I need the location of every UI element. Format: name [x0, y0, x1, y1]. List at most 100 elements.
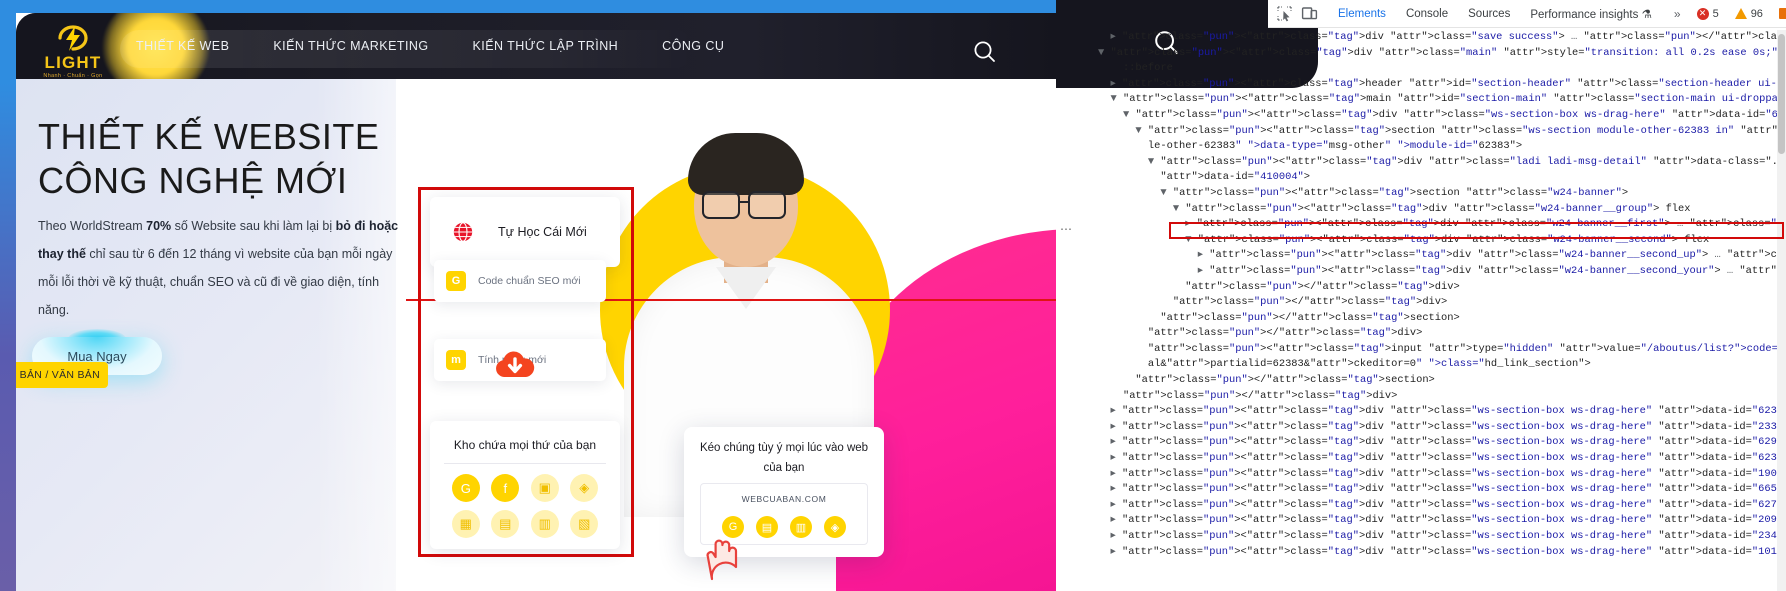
nav-item-kien-thuc-marketing[interactable]: KIẾN THỨC MARKETING: [273, 39, 428, 53]
dom-line[interactable]: "attr">class="pun"></"attr">class="tag">…: [1098, 389, 1786, 405]
dom-line[interactable]: ▼ "attr">class="pun"><"attr">class="tag"…: [1098, 155, 1786, 171]
storage-card-title: Kho chứa mọi thứ của bạn: [453, 438, 597, 452]
book-icon[interactable]: ▧: [570, 510, 599, 538]
search-icon[interactable]: [972, 39, 998, 65]
tab-performance-insights[interactable]: Performance insights ⚗: [1530, 7, 1652, 21]
person-glasses-right: [748, 191, 786, 219]
hand-cursor-icon: [702, 535, 746, 583]
error-count: 5: [1712, 7, 1719, 20]
monitor-icon[interactable]: ▤: [491, 510, 520, 538]
person-glasses-bridge: [740, 201, 750, 204]
dom-line[interactable]: ▸ "attr">class="pun"><"attr">class="tag"…: [1098, 420, 1786, 436]
error-icon: ✕: [1696, 7, 1709, 20]
inspector-badge-dots[interactable]: ⋯: [1060, 222, 1072, 236]
lightning-bolt-icon: [53, 23, 93, 53]
chevron-double-right-icon[interactable]: »: [1674, 7, 1681, 21]
hero-section: THIẾT KẾ WEBSITE CÔNG NGHỆ MỚI Theo Worl…: [16, 79, 1056, 591]
cloud-download-cursor-icon: [493, 347, 537, 381]
error-counter[interactable]: ✕ 5: [1696, 7, 1719, 20]
paragraph-text: số Website sau khi làm lại bị: [171, 219, 336, 233]
dom-line[interactable]: "attr">class="pun"><"attr">class="tag">i…: [1098, 342, 1786, 358]
devtools-tabbar: Elements Console Sources Performance ins…: [1268, 0, 1786, 28]
shield-icon[interactable]: ◈: [570, 474, 599, 502]
dom-line[interactable]: ▼ "attr">class="pun"><"attr">class="tag"…: [1098, 46, 1786, 62]
google-icon[interactable]: G: [451, 474, 480, 502]
nav-item-kien-thuc-lap-trinh[interactable]: KIẾN THỨC LẬP TRÌNH: [473, 39, 619, 53]
canvas-left-frame: [0, 0, 16, 591]
text-block-tab[interactable]: VĂN BẢN / VĂN BẢN: [16, 362, 108, 388]
inspect-element-icon[interactable]: [1276, 5, 1293, 22]
screenshot-root: LIGHT Nhanh · Chuẩn · Gọn THIẾT KẾ WEB K…: [0, 0, 1786, 591]
site-navbar: LIGHT Nhanh · Chuẩn · Gọn THIẾT KẾ WEB K…: [16, 13, 1056, 79]
dom-line[interactable]: ▸ "attr">class="pun"><"attr">class="tag"…: [1098, 545, 1786, 561]
dom-line[interactable]: ▸ "attr">class="pun"><"attr">class="tag"…: [1098, 482, 1786, 498]
device-toolbar-icon[interactable]: [1301, 5, 1318, 22]
dom-line[interactable]: ▸ "attr">class="pun"><"attr">class="tag"…: [1098, 30, 1786, 46]
drag-card-icons: G ▤ ▥ ◈: [701, 504, 867, 538]
cart-icon[interactable]: ▥: [530, 510, 559, 538]
nav-item-cong-cu[interactable]: CÔNG CỤ: [662, 39, 724, 53]
card-row-seo[interactable]: G Code chuẩn SEO mới: [434, 260, 606, 302]
dom-line[interactable]: ▸ "attr">class="pun"><"attr">class="tag"…: [1098, 467, 1786, 483]
dom-line[interactable]: "attr">class="pun"></"attr">class="tag">…: [1098, 311, 1786, 327]
dom-line[interactable]: le-other-62383" ">data-type="msg-other" …: [1098, 139, 1786, 155]
selected-dom-line-highlight: [1169, 222, 1784, 239]
dom-line[interactable]: ▸ "attr">class="pun"><"attr">class="tag"…: [1098, 498, 1786, 514]
dom-line[interactable]: "attr">data-id="410004">: [1098, 170, 1786, 186]
chart-icon[interactable]: ▦: [451, 510, 480, 538]
tab-sources[interactable]: Sources: [1468, 8, 1510, 20]
dom-line[interactable]: ▸ "attr">class="pun"><"attr">class="tag"…: [1098, 404, 1786, 420]
google-badge-icon: G: [446, 271, 466, 291]
message-counter[interactable]: 40: [1778, 8, 1786, 20]
dom-line[interactable]: "attr">class="pun"></"attr">class="tag">…: [1098, 295, 1786, 311]
dom-line[interactable]: ▼ "attr">class="pun"><"attr">class="tag"…: [1098, 92, 1786, 108]
dom-line[interactable]: ▸ "attr">class="pun"><"attr">class="tag"…: [1098, 529, 1786, 545]
tab-elements[interactable]: Elements: [1338, 8, 1386, 20]
paragraph-text: Theo WorldStream: [38, 219, 147, 233]
monitor-icon[interactable]: ▤: [756, 516, 778, 538]
cart-icon[interactable]: ▥: [790, 516, 812, 538]
drag-card-title: Kéo chúng tùy ý mọi lúc vào web của bạn: [699, 442, 869, 474]
hero-heading-line2: CÔNG NGHỆ MỚI: [38, 159, 348, 201]
tab-console[interactable]: Console: [1406, 8, 1448, 20]
devtools-panel: Elements Console Sources Performance ins…: [1056, 0, 1786, 591]
dom-line[interactable]: ▼ "attr">class="pun"><"attr">class="tag"…: [1098, 124, 1786, 140]
dom-line[interactable]: ▸ "attr">class="pun"><"attr">class="tag"…: [1098, 248, 1786, 264]
storage-icon-grid: G f ▣ ◈ ▦ ▤ ▥ ▧: [430, 464, 620, 538]
dom-line[interactable]: "attr">class="pun"></"attr">class="tag">…: [1098, 326, 1786, 342]
warning-count: 96: [1750, 7, 1763, 20]
feature-badge-icon: m: [446, 350, 466, 370]
hero-heading: THIẾT KẾ WEBSITE CÔNG NGHỆ MỚI: [38, 115, 418, 203]
dom-line[interactable]: ▸ "attr">class="pun"><"attr">class="tag"…: [1098, 451, 1786, 467]
dom-line[interactable]: al&"attr">partialid=62383&"attr">ckedito…: [1098, 357, 1786, 373]
message-icon: [1778, 8, 1786, 19]
nav-item-thiet-ke-web[interactable]: THIẾT KẾ WEB: [136, 39, 229, 53]
dom-line[interactable]: ::before: [1098, 61, 1786, 77]
canvas-top-frame: [0, 0, 1056, 13]
dom-line[interactable]: ▸ "attr">class="pun"><"attr">class="tag"…: [1098, 513, 1786, 529]
dom-line[interactable]: ▼ "attr">class="pun"><"attr">class="tag"…: [1098, 186, 1786, 202]
paragraph-bold: 70%: [146, 219, 172, 233]
site-logo[interactable]: LIGHT Nhanh · Chuẩn · Gọn: [34, 19, 112, 79]
dom-line[interactable]: ▸ "attr">class="pun"><"attr">class="tag"…: [1098, 264, 1786, 280]
card-row-label: Code chuẩn SEO mới: [478, 275, 581, 287]
scrollbar-thumb[interactable]: [1778, 34, 1785, 154]
dom-line[interactable]: ▼ "attr">class="pun"><"attr">class="tag"…: [1098, 202, 1786, 218]
facebook-icon[interactable]: f: [491, 474, 520, 502]
robot-icon[interactable]: ▣: [530, 474, 559, 502]
shield-icon[interactable]: ◈: [824, 516, 846, 538]
dom-line[interactable]: "attr">class="pun"></"attr">class="tag">…: [1098, 373, 1786, 389]
dom-line[interactable]: ▼ "attr">class="pun"><"attr">class="tag"…: [1098, 108, 1786, 124]
warning-counter[interactable]: 96: [1734, 7, 1763, 20]
logo-text: LIGHT: [44, 53, 102, 72]
paragraph-text: chỉ sau từ 6 đến 12 tháng vì website của…: [38, 247, 393, 318]
dom-line[interactable]: ▸ "attr">class="pun"><"attr">class="tag"…: [1098, 77, 1786, 93]
storage-card: Kho chứa mọi thứ của bạn G f ▣ ◈ ▦ ▤ ▥ ▧: [430, 421, 620, 549]
dom-tree[interactable]: ▸ "attr">class="pun"><"attr">class="tag"…: [1098, 30, 1786, 591]
dom-line[interactable]: ▸ "attr">class="pun"><"attr">class="tag"…: [1098, 435, 1786, 451]
dom-line[interactable]: "attr">class="pun"></"attr">class="tag">…: [1098, 280, 1786, 296]
site-nav: THIẾT KẾ WEB KIẾN THỨC MARKETING KIẾN TH…: [120, 13, 768, 79]
tu-hoc-cai-moi-card[interactable]: Tự Học Cái Mới: [430, 197, 620, 267]
card-title: Tự Học Cái Mới: [498, 225, 587, 239]
person-hair: [688, 133, 804, 195]
